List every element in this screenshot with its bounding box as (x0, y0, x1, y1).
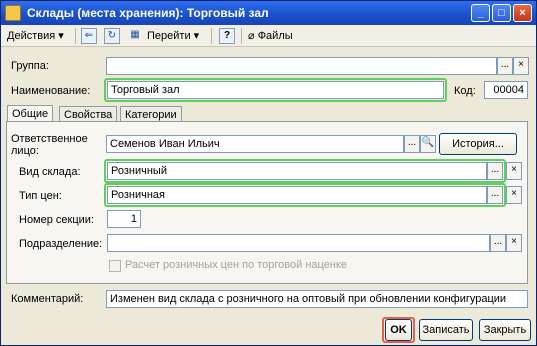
responsible-input[interactable]: Семенов Иван Ильич (106, 135, 404, 153)
retail-price-checkbox-label: Расчет розничных цен по торговой наценке (125, 259, 347, 271)
goto-menu-label: Перейти (147, 30, 191, 42)
section-number-input[interactable]: 1 (107, 210, 141, 228)
responsible-label-line1: Ответственное (11, 133, 88, 145)
price-type-clear-button[interactable]: × (506, 186, 522, 204)
section-number-label: Номер секции: (19, 214, 94, 226)
refresh-icon[interactable]: ↻ (104, 28, 120, 44)
retail-price-checkbox[interactable] (109, 260, 121, 272)
price-type-input[interactable]: Розничная (107, 186, 487, 204)
comment-input[interactable]: Изменен вид склада с розничного на оптов… (106, 290, 528, 308)
maximize-button[interactable]: □ (492, 4, 511, 22)
chevron-down-icon: ▾ (193, 30, 200, 42)
warehouse-type-clear-button[interactable]: × (506, 162, 522, 180)
department-clear-button[interactable]: × (506, 234, 522, 252)
folder-icon (5, 5, 21, 21)
history-button[interactable]: История... (439, 133, 517, 155)
department-label: Подразделение: (19, 238, 103, 250)
minimize-button[interactable]: _ (471, 4, 490, 22)
responsible-select-button[interactable]: ... (404, 135, 420, 153)
warehouse-type-select-button[interactable]: ... (487, 162, 503, 180)
group-label: Группа: (11, 60, 49, 72)
department-select-button[interactable]: ... (490, 234, 506, 252)
go-back-icon[interactable]: ⇐ (81, 28, 97, 44)
files-label: Файлы (257, 30, 293, 42)
chevron-down-icon: ▾ (58, 30, 64, 42)
search-icon[interactable]: 🔍 (420, 135, 436, 153)
document-window: Склады (места хранения): Торговый зал _ … (0, 0, 537, 346)
name-input[interactable]: Торговый зал (107, 81, 444, 99)
warehouse-type-label: Вид склада: (19, 166, 81, 178)
group-select-button[interactable]: ... (497, 57, 513, 75)
group-clear-button[interactable]: × (513, 57, 529, 75)
toolbar: Действия ▾ ⇐ ↻ ▦ Перейти ▾ ? ⌀ Файлы (1, 25, 536, 47)
actions-menu[interactable]: Действия ▾ (7, 27, 64, 45)
toolbar-divider (211, 28, 212, 44)
window-title: Склады (места хранения): Торговый зал (27, 6, 269, 20)
code-input[interactable]: 00004 (484, 81, 528, 99)
paperclip-icon: ⌀ (248, 30, 255, 42)
price-type-label: Тип цен: (19, 190, 62, 202)
goto-menu[interactable]: Перейти ▾ (147, 27, 199, 45)
toolbar-divider (75, 28, 76, 44)
actions-menu-label: Действия (7, 30, 56, 42)
name-label: Наименование: (11, 85, 91, 97)
code-label: Код: (454, 85, 476, 97)
close-button[interactable]: Закрыть (479, 319, 531, 341)
price-type-select-button[interactable]: ... (487, 186, 503, 204)
ok-button[interactable]: OK (385, 319, 412, 341)
warehouse-type-input[interactable]: Розничный (107, 162, 487, 180)
title-bar: Склады (места хранения): Торговый зал _ … (1, 1, 536, 25)
department-input[interactable] (107, 234, 490, 252)
toolbar-divider (241, 28, 242, 44)
comment-label: Комментарий: (11, 293, 84, 305)
help-icon[interactable]: ? (219, 28, 235, 44)
responsible-label: Ответственное лицо: (11, 133, 88, 157)
group-input[interactable] (106, 57, 497, 75)
responsible-label-line2: лицо: (11, 145, 39, 157)
window-close-button[interactable]: × (513, 4, 532, 22)
goto-icon[interactable]: ▦ (127, 28, 143, 44)
save-button[interactable]: Записать (419, 319, 473, 341)
files-button[interactable]: ⌀ Файлы (248, 27, 293, 45)
